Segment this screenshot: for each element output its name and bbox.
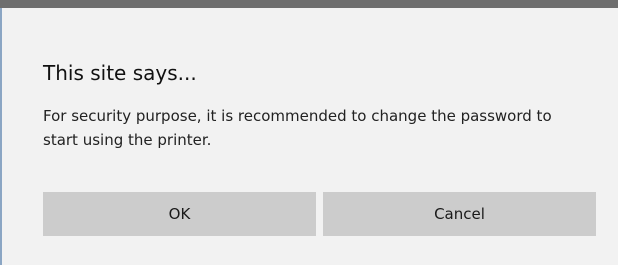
window-left-edge: [0, 8, 2, 265]
alert-dialog: This site says... For security purpose, …: [0, 0, 618, 265]
cancel-button[interactable]: Cancel: [323, 192, 596, 236]
dialog-message: For security purpose, it is recommended …: [43, 107, 552, 149]
window-top-bar: [0, 0, 618, 8]
dialog-title: This site says...: [43, 61, 197, 85]
ok-button[interactable]: OK: [43, 192, 316, 236]
